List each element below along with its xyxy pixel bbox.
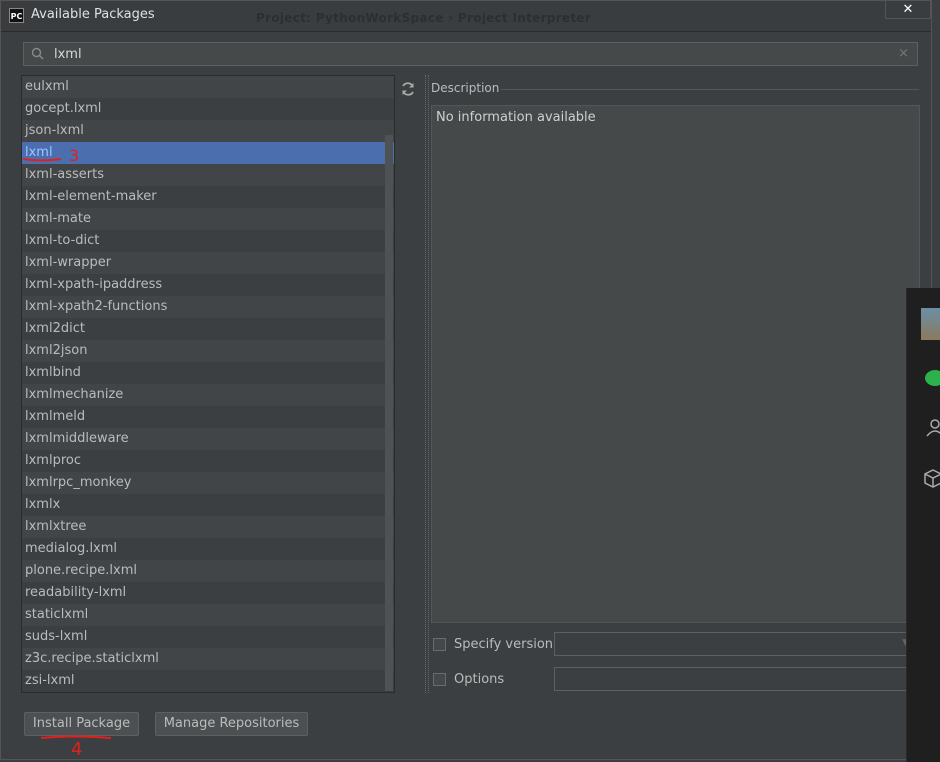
annotation-step-4-label: 4 [71, 739, 82, 757]
package-list-item[interactable]: lxmlx [22, 494, 394, 516]
package-list-item[interactable]: lxml-xpath2-functions [22, 296, 394, 318]
package-list-item[interactable]: lxmlxtree [22, 516, 394, 538]
description-separator [501, 89, 919, 90]
manage-repositories-button[interactable]: Manage Repositories [155, 712, 308, 736]
pycharm-app-icon: PC [9, 8, 24, 23]
package-list-item[interactable]: lxml-element-maker [22, 186, 394, 208]
package-list-item[interactable]: suds-lxml [22, 626, 394, 648]
close-button[interactable]: ✕ [885, 1, 931, 19]
package-list-item[interactable]: lxml-asserts [22, 164, 394, 186]
annotation-step-3-label: 3 [69, 146, 79, 165]
available-packages-dialog: PC Available Packages Project: PythonWor… [0, 0, 932, 760]
package-list-item[interactable]: lxml-xpath-ipaddress [22, 274, 394, 296]
options-input[interactable] [554, 667, 914, 691]
options-checkbox[interactable] [433, 673, 446, 686]
package-list-item[interactable]: z3c.recipe.staticlxml [22, 648, 394, 670]
package-list-item[interactable]: lxmlbind [22, 362, 394, 384]
search-input[interactable] [54, 45, 894, 63]
package-list-item[interactable]: lxml-to-dict [22, 230, 394, 252]
package-list-item[interactable]: lxmlmeld [22, 406, 394, 428]
package-list-item[interactable]: plone.recipe.lxml [22, 560, 394, 582]
refresh-icon[interactable] [398, 79, 418, 99]
install-package-button[interactable]: Install Package [24, 712, 139, 736]
package-list-item[interactable]: staticlxml [22, 604, 394, 626]
background-window-title: Project: PythonWorkSpace › Project Inter… [256, 11, 592, 25]
contacts-icon[interactable] [923, 418, 940, 438]
version-dropdown[interactable]: ▼ [554, 632, 914, 656]
description-label: Description [431, 81, 500, 95]
package-list-item[interactable]: medialog.lxml [22, 538, 394, 560]
splitter[interactable] [425, 75, 429, 693]
package-list-item[interactable]: lxml2dict [22, 318, 394, 340]
search-icon[interactable] [31, 47, 45, 61]
annotation-step-3: 3 [22, 146, 79, 165]
chat-icon[interactable] [923, 368, 940, 388]
package-list-item[interactable]: lxmlmechanize [22, 384, 394, 406]
clear-search-icon[interactable]: × [898, 46, 909, 61]
options-label: Options [454, 672, 505, 687]
package-list-item[interactable]: json-lxml [22, 120, 394, 142]
package-list-item[interactable]: lxml-mate [22, 208, 394, 230]
specify-version-label: Specify version [454, 637, 554, 652]
package-list-item[interactable]: eulxml [22, 76, 394, 98]
package-list-item[interactable]: lxml-wrapper [22, 252, 394, 274]
description-panel: No information available [431, 105, 920, 623]
package-list-item[interactable]: lxml2json [22, 340, 394, 362]
package-list[interactable]: eulxml gocept.lxml json-lxml lxml lxml-asser… [21, 75, 395, 693]
avatar[interactable] [921, 308, 940, 340]
package-list-item[interactable]: readability-lxml [22, 582, 394, 604]
description-text: No information available [436, 110, 596, 125]
search-box[interactable]: × [23, 42, 918, 66]
package-list-item[interactable]: lxmlproc [22, 450, 394, 472]
annotation-step-4: 4 [40, 735, 112, 757]
dialog-title: Available Packages [31, 7, 155, 22]
package-list-item[interactable]: gocept.lxml [22, 98, 394, 120]
title-bar: PC Available Packages Project: PythonWor… [1, 1, 931, 32]
package-list-scrollbar[interactable] [385, 135, 393, 691]
specify-version-checkbox[interactable] [433, 638, 446, 651]
box-icon[interactable] [923, 468, 940, 488]
side-app-panel [906, 288, 940, 762]
package-list-item[interactable]: lxmlmiddleware [22, 428, 394, 450]
package-list-item[interactable]: zsi-lxml [22, 670, 394, 692]
package-list-item[interactable]: lxmlrpc_monkey [22, 472, 394, 494]
